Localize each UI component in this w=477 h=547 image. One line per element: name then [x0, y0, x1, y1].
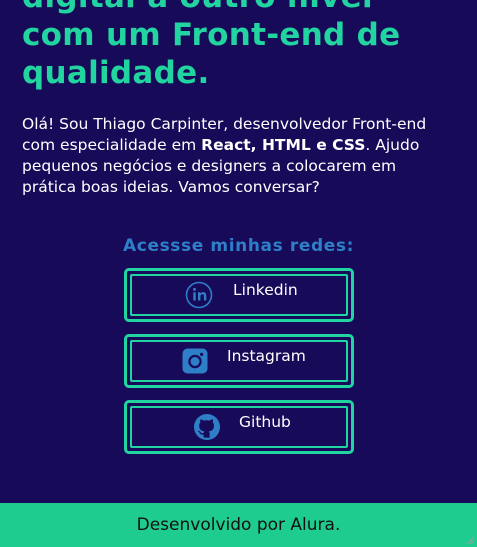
linkedin-icon	[185, 281, 213, 309]
instagram-label: Instagram	[227, 347, 306, 365]
page: digital a outro nível com um Front-end d…	[0, 0, 477, 547]
footer: Desenvolvido por Alura.	[0, 503, 477, 547]
instagram-button[interactable]: Instagram	[124, 334, 354, 388]
instagram-icon	[182, 348, 208, 374]
footer-text: Desenvolvido por Alura.	[136, 515, 341, 535]
linkedin-button-inner: Linkedin	[130, 274, 348, 316]
instagram-button-inner: Instagram	[130, 340, 348, 382]
linkedin-label: Linkedin	[233, 281, 298, 299]
github-icon	[194, 414, 220, 440]
github-button-inner: Github	[130, 406, 348, 448]
hero-headline: digital a outro nível com um Front-end d…	[22, 0, 472, 92]
github-label: Github	[239, 413, 291, 431]
social-title: Acessse minhas redes:	[123, 236, 354, 256]
github-button[interactable]: Github	[124, 400, 354, 454]
intro-paragraph: Olá! Sou Thiago Carpinter, desenvolvedor…	[22, 114, 452, 198]
linkedin-button[interactable]: Linkedin	[124, 268, 354, 322]
hero-headline-line-1: digital a outro nível	[22, 0, 472, 16]
hero-headline-line-2: com um Front-end de	[22, 17, 401, 53]
resize-grip-icon[interactable]	[465, 535, 475, 545]
hero-headline-line-3: qualidade.	[22, 55, 210, 91]
intro-highlight: React, HTML e CSS	[201, 136, 366, 154]
